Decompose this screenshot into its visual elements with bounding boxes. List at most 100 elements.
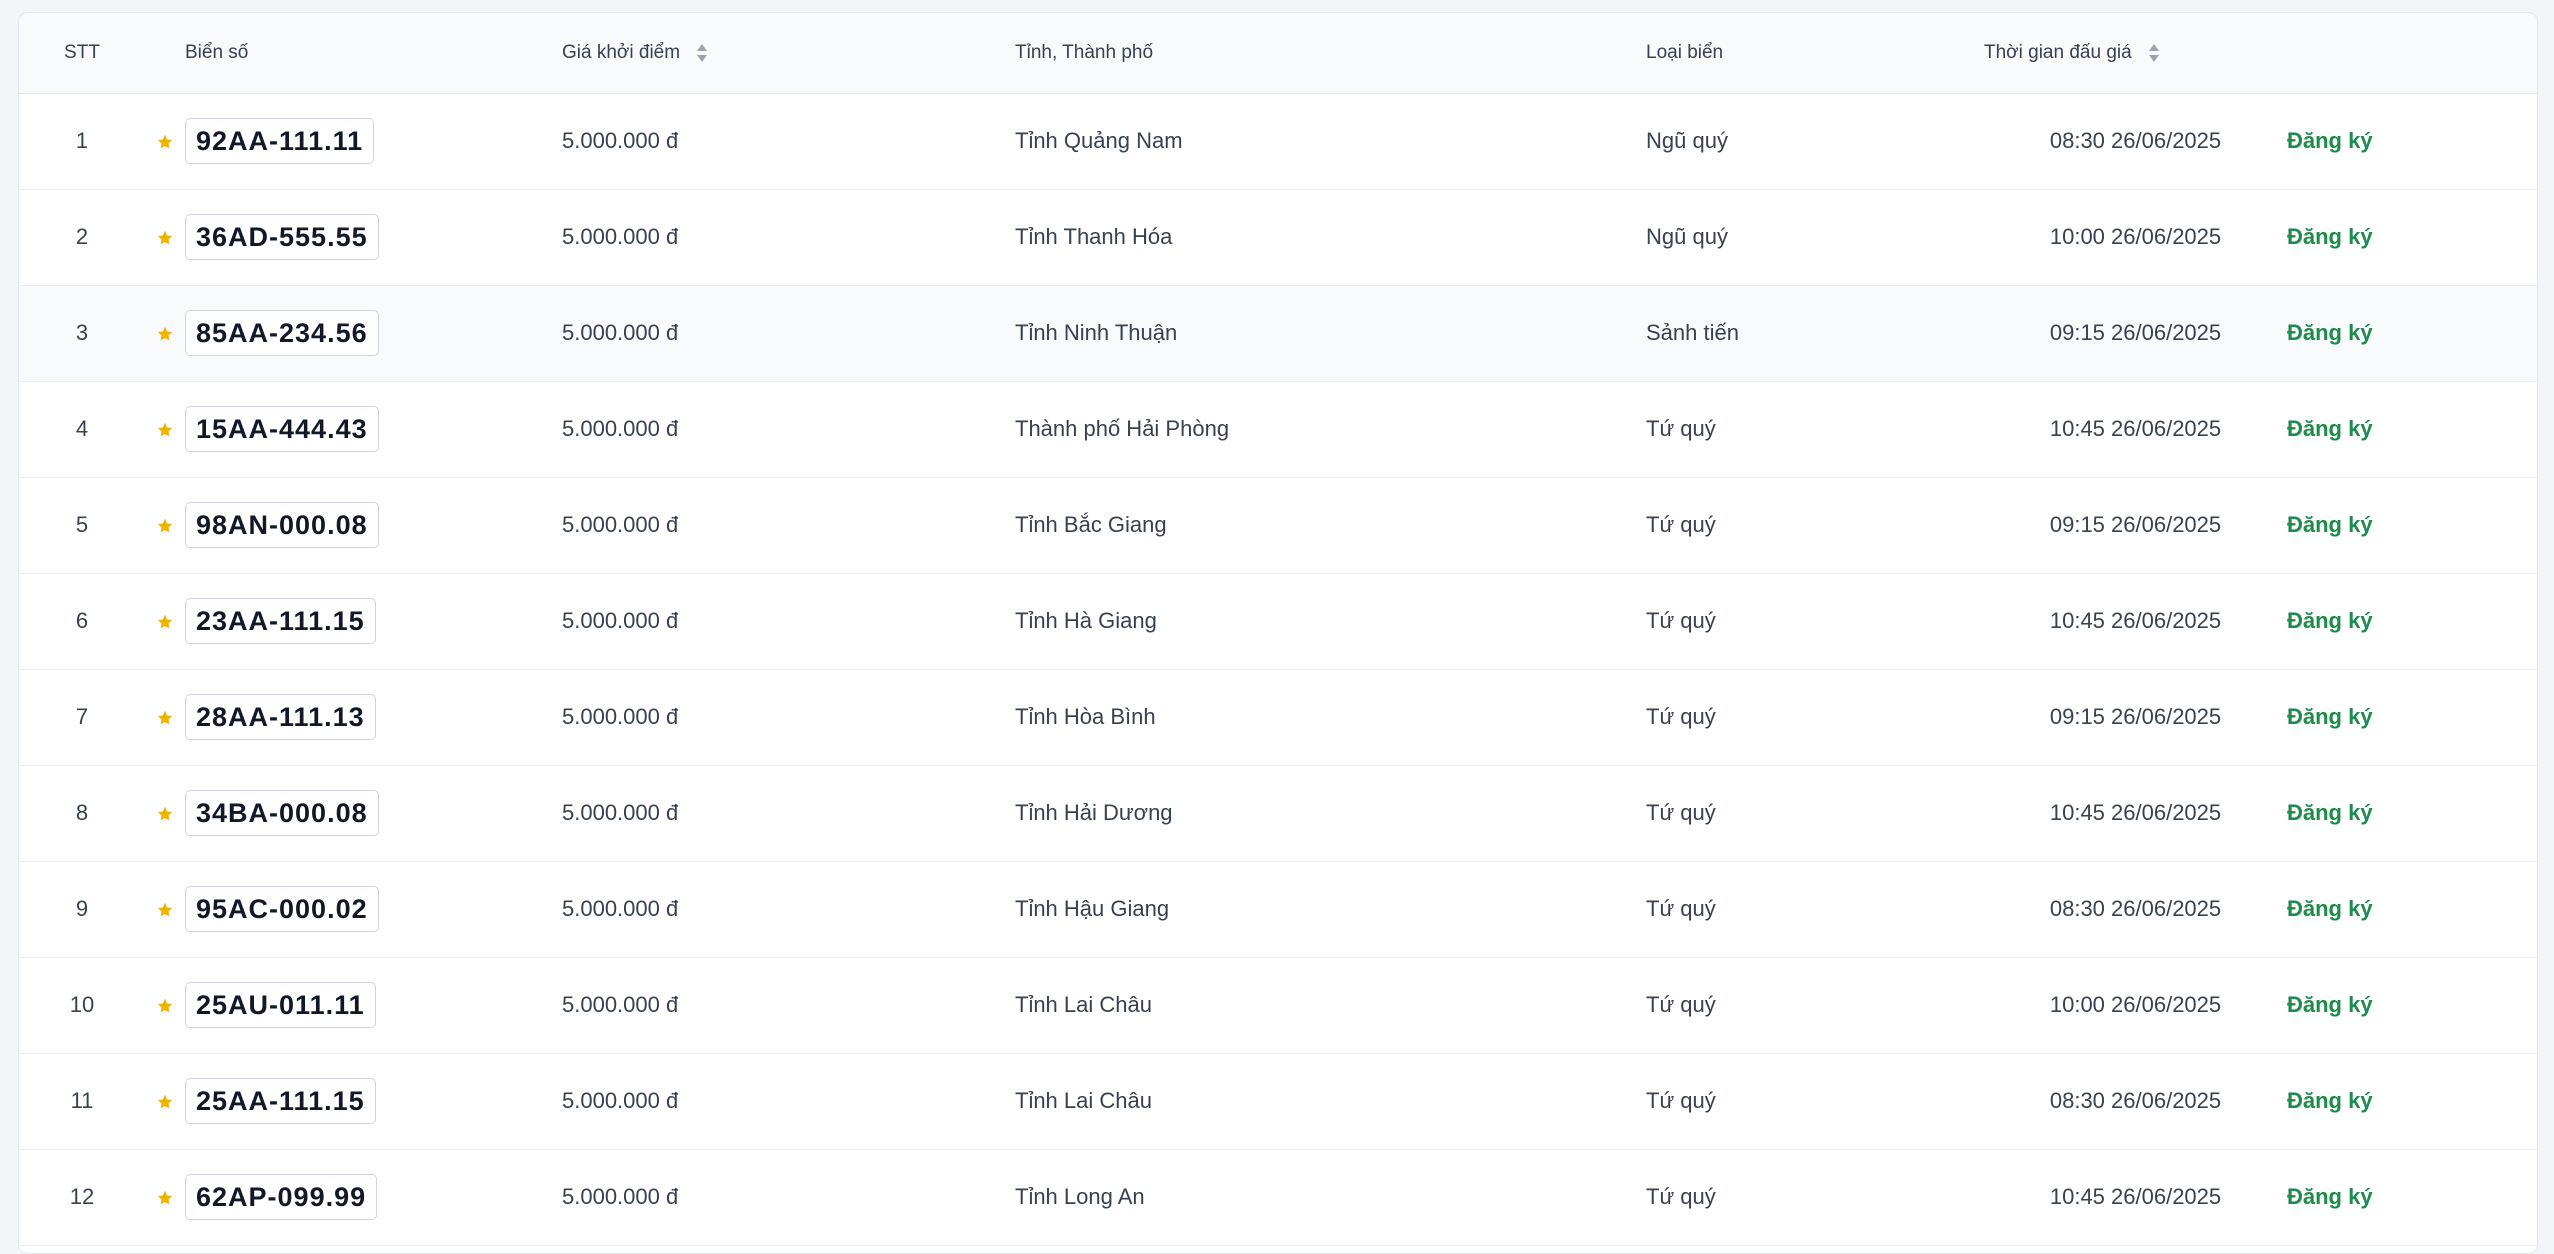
- header-stt: STT: [19, 13, 145, 94]
- star-icon[interactable]: [156, 1189, 174, 1207]
- table-row[interactable]: 8 34BA-000.08 5.000.000 đ Tỉnh Hải Dương…: [19, 765, 2537, 861]
- favorite-cell[interactable]: [145, 381, 185, 477]
- license-plate[interactable]: 23AA-111.15: [185, 598, 376, 644]
- sort-icon[interactable]: [2147, 42, 2161, 64]
- row-auction-time: 08:30 26/06/2025: [2049, 128, 2222, 153]
- license-plate[interactable]: 92AA-111.11: [185, 118, 375, 164]
- license-plate[interactable]: 85AA-234.56: [185, 310, 379, 356]
- table-row[interactable]: 6 23AA-111.15 5.000.000 đ Tỉnh Hà Giang …: [19, 573, 2537, 669]
- license-plate-table: STT Biển số Giá khởi điểm Tỉnh, Thành ph…: [19, 13, 2537, 1246]
- row-province: Tỉnh Hòa Bình: [1015, 704, 1156, 729]
- row-price: 5.000.000 đ: [562, 896, 679, 921]
- header-plate: Biển số: [185, 13, 562, 94]
- favorite-cell[interactable]: [145, 189, 185, 285]
- row-plate-type: Tứ quý: [1646, 992, 1716, 1017]
- license-plate[interactable]: 25AU-011.11: [185, 982, 376, 1028]
- register-link[interactable]: Đăng ký: [2287, 1088, 2373, 1113]
- star-icon[interactable]: [156, 613, 174, 631]
- star-icon[interactable]: [156, 133, 174, 151]
- table-row[interactable]: 5 98AN-000.08 5.000.000 đ Tỉnh Bắc Giang…: [19, 477, 2537, 573]
- table-row[interactable]: 11 25AA-111.15 5.000.000 đ Tỉnh Lai Châu…: [19, 1053, 2537, 1149]
- row-stt: 6: [75, 608, 89, 633]
- favorite-cell[interactable]: [145, 285, 185, 381]
- register-link[interactable]: Đăng ký: [2287, 1184, 2373, 1209]
- license-plate[interactable]: 95AC-000.02: [185, 886, 379, 932]
- star-icon[interactable]: [156, 421, 174, 439]
- row-price: 5.000.000 đ: [562, 320, 679, 345]
- register-link[interactable]: Đăng ký: [2287, 512, 2373, 537]
- row-plate-type: Tứ quý: [1646, 416, 1716, 441]
- action-cell: Đăng ký: [2287, 381, 2537, 477]
- header-price[interactable]: Giá khởi điểm: [562, 13, 1015, 94]
- register-link[interactable]: Đăng ký: [2287, 800, 2373, 825]
- register-link[interactable]: Đăng ký: [2287, 224, 2373, 249]
- row-auction-time: 10:45 26/06/2025: [2049, 800, 2222, 825]
- license-plate[interactable]: 15AA-444.43: [185, 406, 379, 452]
- row-province: Thành phố Hải Phòng: [1015, 416, 1230, 441]
- license-plate[interactable]: 28AA-111.13: [185, 694, 376, 740]
- star-icon[interactable]: [156, 709, 174, 727]
- action-cell: Đăng ký: [2287, 189, 2537, 285]
- row-stt: 7: [75, 704, 89, 729]
- table-row[interactable]: 3 85AA-234.56 5.000.000 đ Tỉnh Ninh Thuậ…: [19, 285, 2537, 381]
- row-price: 5.000.000 đ: [562, 608, 679, 633]
- plate-cell: 92AA-111.11: [185, 93, 562, 189]
- table-row[interactable]: 10 25AU-011.11 5.000.000 đ Tỉnh Lai Châu…: [19, 957, 2537, 1053]
- star-icon[interactable]: [156, 325, 174, 343]
- license-plate[interactable]: 25AA-111.15: [185, 1078, 376, 1124]
- row-auction-time: 10:00 26/06/2025: [2049, 992, 2222, 1017]
- favorite-cell[interactable]: [145, 861, 185, 957]
- row-plate-type: Sảnh tiến: [1646, 320, 1739, 345]
- sort-icon[interactable]: [695, 42, 709, 64]
- action-cell: Đăng ký: [2287, 669, 2537, 765]
- register-link[interactable]: Đăng ký: [2287, 128, 2373, 153]
- favorite-cell[interactable]: [145, 477, 185, 573]
- favorite-cell[interactable]: [145, 765, 185, 861]
- table-row[interactable]: 12 62AP-099.99 5.000.000 đ Tỉnh Long An …: [19, 1149, 2537, 1245]
- star-icon[interactable]: [156, 517, 174, 535]
- register-link[interactable]: Đăng ký: [2287, 992, 2373, 1017]
- row-stt: 3: [75, 320, 89, 345]
- star-icon[interactable]: [156, 901, 174, 919]
- register-link[interactable]: Đăng ký: [2287, 896, 2373, 921]
- row-price: 5.000.000 đ: [562, 512, 679, 537]
- register-link[interactable]: Đăng ký: [2287, 320, 2373, 345]
- action-cell: Đăng ký: [2287, 861, 2537, 957]
- star-icon[interactable]: [156, 805, 174, 823]
- header-time[interactable]: Thời gian đấu giá: [1984, 13, 2287, 94]
- row-plate-type: Tứ quý: [1646, 1184, 1716, 1209]
- license-plate[interactable]: 62AP-099.99: [185, 1174, 378, 1220]
- auction-table-card: STT Biển số Giá khởi điểm Tỉnh, Thành ph…: [18, 12, 2538, 1254]
- row-price: 5.000.000 đ: [562, 992, 679, 1017]
- row-province: Tỉnh Hà Giang: [1015, 608, 1157, 633]
- favorite-cell[interactable]: [145, 1149, 185, 1245]
- table-row[interactable]: 1 92AA-111.11 5.000.000 đ Tỉnh Quảng Nam…: [19, 93, 2537, 189]
- register-link[interactable]: Đăng ký: [2287, 416, 2373, 441]
- favorite-cell[interactable]: [145, 93, 185, 189]
- license-plate[interactable]: 34BA-000.08: [185, 790, 379, 836]
- register-link[interactable]: Đăng ký: [2287, 608, 2373, 633]
- action-cell: Đăng ký: [2287, 477, 2537, 573]
- table-row[interactable]: 4 15AA-444.43 5.000.000 đ Thành phố Hải …: [19, 381, 2537, 477]
- license-plate[interactable]: 36AD-555.55: [185, 214, 379, 260]
- favorite-cell[interactable]: [145, 573, 185, 669]
- row-province: Tỉnh Thanh Hóa: [1015, 224, 1173, 249]
- header-action: [2287, 13, 2537, 94]
- row-price: 5.000.000 đ: [562, 1184, 679, 1209]
- favorite-cell[interactable]: [145, 669, 185, 765]
- table-row[interactable]: 9 95AC-000.02 5.000.000 đ Tỉnh Hậu Giang…: [19, 861, 2537, 957]
- row-plate-type: Tứ quý: [1646, 1088, 1716, 1113]
- favorite-cell[interactable]: [145, 1053, 185, 1149]
- header-type: Loại biển: [1646, 13, 1984, 94]
- star-icon[interactable]: [156, 997, 174, 1015]
- star-icon[interactable]: [156, 1093, 174, 1111]
- favorite-cell[interactable]: [145, 957, 185, 1053]
- plate-cell: 25AA-111.15: [185, 1053, 562, 1149]
- header-price-label: Giá khởi điểm: [562, 41, 681, 63]
- row-stt: 8: [75, 800, 89, 825]
- register-link[interactable]: Đăng ký: [2287, 704, 2373, 729]
- table-row[interactable]: 2 36AD-555.55 5.000.000 đ Tỉnh Thanh Hóa…: [19, 189, 2537, 285]
- table-row[interactable]: 7 28AA-111.13 5.000.000 đ Tỉnh Hòa Bình …: [19, 669, 2537, 765]
- license-plate[interactable]: 98AN-000.08: [185, 502, 379, 548]
- star-icon[interactable]: [156, 229, 174, 247]
